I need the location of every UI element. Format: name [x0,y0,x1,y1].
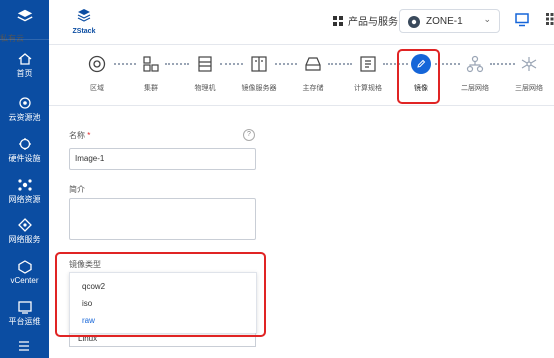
primary-storage-icon [305,57,321,71]
collapse-icon[interactable] [17,340,31,352]
sidebar-item-label: 硬件设施 [8,154,41,163]
network-service-icon [17,218,32,232]
grid-menu-icon[interactable] [545,12,554,26]
step-l3-network[interactable]: 三层网络 [501,53,554,93]
backup-storage-icon [251,56,267,72]
sidebar-item-network[interactable]: 网络资源 [0,178,49,205]
step-label: 集群 [144,85,158,92]
sidebar-divider [0,39,49,40]
layers-icon [16,9,33,22]
zone-selector-value: ZONE-1 [426,16,463,27]
step-label: 三层网络 [515,85,543,92]
highlight-box-image-step [397,49,440,104]
top-bar: ZStack 产品与服务 ZONE-1 ⌄ [49,0,554,45]
step-host[interactable]: 物理机 [177,53,233,93]
hardware-icon [18,138,31,150]
network-icon [17,179,32,191]
zstack-logo-icon [77,9,91,22]
sidebar-brand[interactable]: 私有云 [0,4,49,43]
zstack-logo-text: ZStack [72,28,96,35]
sidebar-item-hardware[interactable]: 硬件设施 [0,137,49,164]
sidebar-item-ops[interactable]: 平台运维 [0,300,49,327]
sidebar-item-home[interactable]: 首页 [0,52,49,79]
sidebar-item-label: 网络服务 [8,235,41,244]
step-label: 计算规格 [354,85,382,92]
sidebar-item-label: vCenter [10,276,39,285]
home-icon [18,53,31,65]
step-backup-storage[interactable]: 镜像服务器 [231,53,287,93]
sidebar-item-label: 平台运维 [8,317,41,326]
sidebar-item-label: 网络资源 [8,195,41,204]
ops-icon [17,301,32,314]
products-services-menu[interactable]: 产品与服务 [332,13,398,28]
monitor-icon[interactable] [515,13,529,27]
sidebar: 私有云 首页 云资源池 硬件设施 网络资源 网络服务 vCenter 平台运维 [0,0,49,358]
sidebar-item-cloud-pool[interactable]: 云资源池 [0,96,49,123]
sidebar-item-network-service[interactable]: 网络服务 [0,218,49,245]
vcenter-icon [17,260,32,274]
step-label: 区域 [90,85,104,92]
instance-offering-icon [360,56,376,72]
sidebar-item-vcenter[interactable]: vCenter [0,260,49,285]
step-label: 二层网络 [461,85,489,92]
step-primary-storage[interactable]: 主存储 [285,53,341,93]
products-services-label: 产品与服务 [348,17,398,28]
cloud-pool-icon [18,97,31,109]
step-zone[interactable]: 区域 [69,53,125,93]
l3-network-icon [521,57,537,71]
help-icon[interactable]: ? [243,129,255,141]
setup-wizard-steps: 区域 集群 物理机 镜像服务器 主存储 计算规格 镜像 二层网络 三层网络 [49,45,554,106]
zone-icon [408,16,420,28]
zone-selector[interactable]: ZONE-1 ⌄ [399,9,500,33]
l2-network-icon [466,55,484,73]
step-cluster[interactable]: 集群 [123,53,179,93]
step-label: 物理机 [194,85,216,92]
host-icon [198,56,212,72]
apps-grid-icon [333,15,343,26]
step-label: 主存储 [302,85,324,92]
description-textarea[interactable] [69,198,256,240]
zstack-logo[interactable]: ZStack [69,8,99,35]
step-l2-network[interactable]: 二层网络 [447,53,503,93]
step-label: 镜像服务器 [241,85,277,92]
step-instance-offering[interactable]: 计算规格 [340,53,396,93]
description-label: 简介 [69,185,85,194]
sidebar-item-label: 云资源池 [8,113,41,122]
chevron-down-icon: ⌄ [483,14,491,24]
name-label: 名称 * [69,131,91,140]
name-input[interactable]: Image-1 [69,148,256,170]
zone-step-icon [88,55,106,73]
cluster-icon [143,56,159,72]
highlight-box-image-type [55,252,266,337]
sidebar-item-label: 首页 [16,69,33,78]
